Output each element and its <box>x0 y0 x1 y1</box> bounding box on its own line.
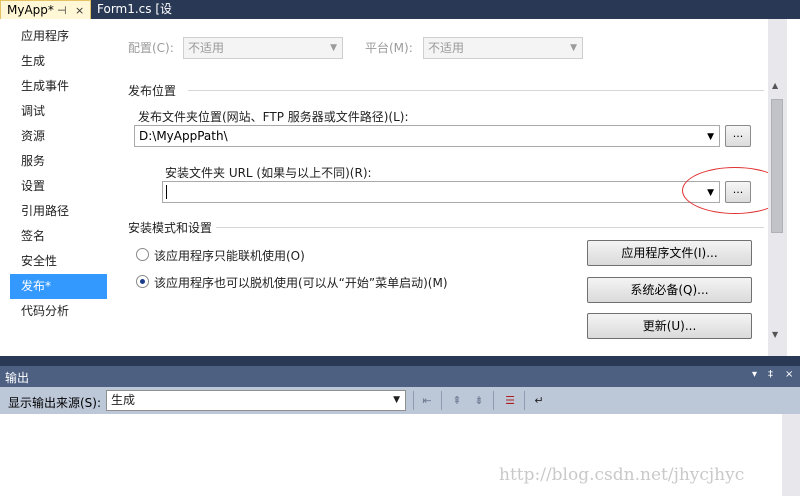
publish-settings-panel: 配置(C): 不适用 ▼ 平台(M): 不适用 ▼ 发布位置 发布文件夹位置(网… <box>112 19 788 356</box>
nav-item-debug[interactable]: 调试 <box>10 99 107 124</box>
offline-available-radio[interactable] <box>136 275 149 288</box>
pin-icon[interactable]: ‡ <box>768 369 773 380</box>
install-mode-heading: 安装模式和设置 <box>128 221 213 235</box>
install-url-label: 安装文件夹 URL (如果与以上不同)(R): <box>165 166 372 180</box>
chevron-down-icon[interactable]: ▼ <box>707 127 714 147</box>
platform-dropdown: 不适用 ▼ <box>423 37 583 59</box>
output-window-header: 输出 ▾ ‡ × <box>0 366 800 387</box>
config-value: 不适用 <box>188 41 225 55</box>
install-url-combo[interactable]: ▼ <box>162 181 720 203</box>
previous-message-icon[interactable]: ⇞ <box>449 393 465 409</box>
watermark-text: http://blog.csdn.net/jhycjhyc <box>499 465 745 485</box>
tab-myapp[interactable]: MyApp* ⊣ × <box>0 0 91 19</box>
nav-item-resources[interactable]: 资源 <box>10 124 107 149</box>
toolbar-separator <box>413 391 414 410</box>
chevron-down-icon: ▼ <box>330 43 337 53</box>
next-message-icon[interactable]: ⇟ <box>471 393 487 409</box>
output-source-label: 显示输出来源(S): <box>8 396 102 410</box>
scrollbar-thumb[interactable] <box>771 99 783 233</box>
online-only-radio[interactable] <box>136 248 149 261</box>
toolbar-separator <box>441 391 442 410</box>
config-dropdown: 不适用 ▼ <box>183 37 343 59</box>
scroll-down-icon[interactable]: ▼ <box>772 330 778 339</box>
tab-form1-design[interactable]: Form1.cs [设计] <box>91 0 191 35</box>
output-source-value: 生成 <box>111 393 136 407</box>
nav-item-build[interactable]: 生成 <box>10 49 107 74</box>
text-caret <box>166 185 167 199</box>
publish-folder-value: D:\MyAppPath\ <box>139 129 228 143</box>
document-tab-bar: MyApp* ⊣ × Form1.cs [设计] <box>0 0 800 35</box>
properties-nav: 应用程序 生成 生成事件 调试 资源 服务 设置 引用路径 签名 安全性 发布*… <box>0 19 112 356</box>
vertical-scrollbar[interactable]: ▲ ▼ <box>768 19 787 356</box>
nav-item-application[interactable]: 应用程序 <box>10 24 107 49</box>
output-vertical-scrollbar[interactable] <box>782 414 800 496</box>
nav-item-build-events[interactable]: 生成事件 <box>10 74 107 99</box>
config-label: 配置(C): <box>128 41 174 55</box>
tab-label: MyApp* <box>7 3 54 17</box>
nav-item-services[interactable]: 服务 <box>10 149 107 174</box>
publish-folder-combo[interactable]: D:\MyAppPath\ ▼ <box>134 125 720 147</box>
updates-button[interactable]: 更新(U)... <box>587 313 752 339</box>
nav-item-settings[interactable]: 设置 <box>10 174 107 199</box>
panel-splitter[interactable] <box>0 356 800 366</box>
project-properties-page: 应用程序 生成 生成事件 调试 资源 服务 设置 引用路径 签名 安全性 发布*… <box>0 19 800 356</box>
window-menu-icon[interactable]: ▾ <box>752 369 757 380</box>
chevron-down-icon: ▼ <box>570 43 577 53</box>
output-source-combo[interactable]: 生成 ▼ <box>106 390 406 411</box>
output-title: 输出 <box>5 371 30 385</box>
publish-location-heading: 发布位置 <box>128 84 177 98</box>
platform-value: 不适用 <box>428 41 465 55</box>
clear-all-icon[interactable]: ☰ <box>502 393 518 409</box>
prerequisites-button[interactable]: 系统必备(Q)... <box>587 277 752 303</box>
panel-edge <box>787 19 800 356</box>
close-icon[interactable]: × <box>75 1 84 20</box>
word-wrap-icon[interactable]: ↵ <box>531 393 547 409</box>
offline-available-label[interactable]: 该应用程序也可以脱机使用(可以从“开始”菜单启动)(M) <box>154 274 448 291</box>
application-files-button[interactable]: 应用程序文件(I)... <box>587 240 752 266</box>
go-to-line-icon[interactable]: ⇤ <box>419 393 435 409</box>
nav-item-code-analysis[interactable]: 代码分析 <box>10 299 107 324</box>
publish-folder-label: 发布文件夹位置(网站、FTP 服务器或文件路径)(L): <box>138 110 409 124</box>
scroll-up-icon[interactable]: ▲ <box>772 81 778 90</box>
close-icon[interactable]: × <box>785 369 793 380</box>
output-toolbar: 显示输出来源(S): 生成 ▼ ⇤ ⇞ ⇟ ☰ ↵ <box>0 387 800 414</box>
platform-label: 平台(M): <box>365 41 413 55</box>
section-divider <box>216 227 764 228</box>
toolbar-separator <box>524 391 525 410</box>
nav-item-security[interactable]: 安全性 <box>10 249 107 274</box>
section-divider <box>188 90 764 91</box>
toolbar-separator <box>493 391 494 410</box>
chevron-down-icon[interactable]: ▼ <box>393 391 400 410</box>
pin-icon[interactable]: ⊣ <box>57 1 67 20</box>
publish-folder-browse-button[interactable]: ... <box>725 125 751 147</box>
online-only-label[interactable]: 该应用程序只能联机使用(O) <box>154 247 305 264</box>
nav-item-reference-paths[interactable]: 引用路径 <box>10 199 107 224</box>
nav-item-signing[interactable]: 签名 <box>10 224 107 249</box>
nav-item-publish[interactable]: 发布* <box>10 274 107 299</box>
